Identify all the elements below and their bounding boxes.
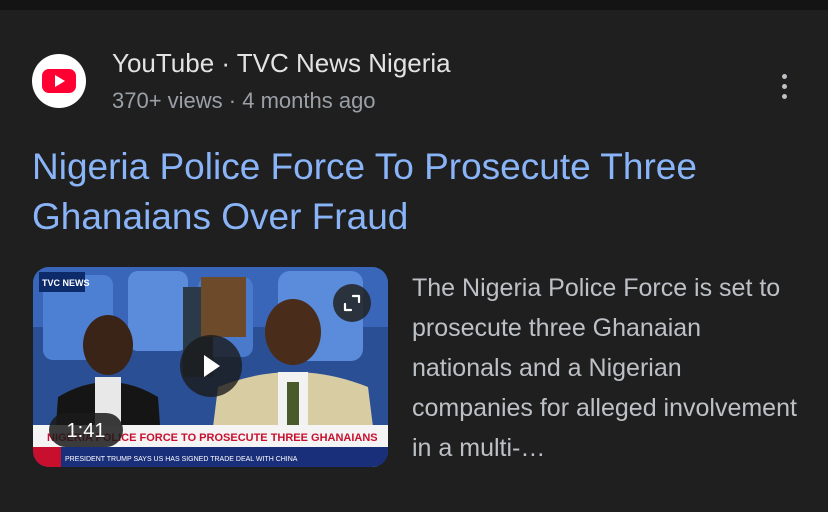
duration-text: 1:41 bbox=[67, 420, 106, 442]
more-vert-icon[interactable] bbox=[770, 66, 798, 106]
top-divider bbox=[0, 0, 828, 10]
result-source[interactable]: YouTube · TVC News Nigeria bbox=[112, 48, 451, 79]
thumbnail-ticker: PRESIDENT TRUMP SAYS US HAS SIGNED TRADE… bbox=[65, 456, 298, 463]
result-description: The Nigeria Police Force is set to prose… bbox=[412, 274, 797, 462]
play-icon[interactable] bbox=[180, 335, 242, 397]
youtube-logo-icon[interactable] bbox=[32, 54, 86, 108]
expand-icon[interactable] bbox=[333, 284, 371, 322]
video-thumbnail[interactable]: NIGERIA POLICE FORCE TO PROSECUTE THREE … bbox=[33, 267, 388, 467]
result-title-link[interactable]: Nigeria Police Force To Prosecute Three … bbox=[32, 142, 802, 242]
duration-badge: 1:41 bbox=[49, 413, 123, 447]
result-meta: 370+ views · 4 months ago bbox=[112, 88, 376, 113]
thumbnail-channel-logo: TVC NEWS bbox=[42, 278, 90, 288]
